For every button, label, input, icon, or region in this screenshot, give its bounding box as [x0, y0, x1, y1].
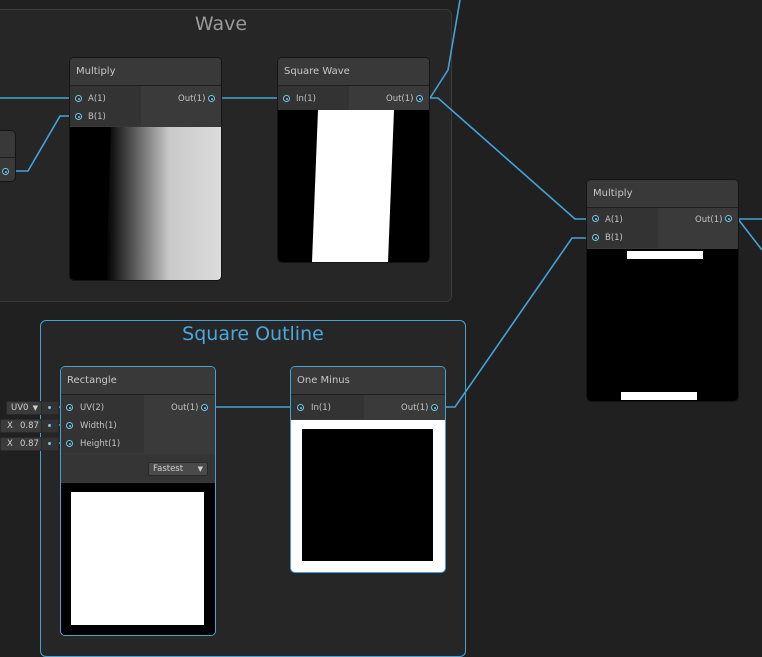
- node-preview-square-wave: [278, 110, 429, 262]
- chevron-down-icon: ▼: [32, 404, 38, 412]
- port-label-in: In(1): [296, 94, 316, 104]
- node-title[interactable]: Rectangle: [61, 367, 215, 395]
- chevron-down-icon: ▼: [197, 465, 203, 473]
- rectangle-preview-image: [71, 492, 204, 625]
- uv-channel-value: UV0: [11, 403, 29, 413]
- multiply-result-preview-image: [621, 251, 703, 400]
- node-rectangle[interactable]: Rectangle UV(2) Width(1) Height(1) Out(1…: [61, 367, 215, 635]
- port-label-out: Out(1): [178, 94, 206, 104]
- node-preview-one-minus: [291, 420, 445, 572]
- port-label-out: Out(1): [171, 403, 199, 413]
- width-connector: [41, 419, 59, 433]
- height-connector: [41, 437, 59, 451]
- input-port-in-icon[interactable]: [283, 95, 290, 102]
- output-port-icon[interactable]: [416, 95, 423, 102]
- input-port-in-icon[interactable]: [297, 404, 304, 411]
- node-multiply-2[interactable]: Multiply A(1) B(1) Out(1): [587, 180, 738, 401]
- node-preview-multiply-result: [587, 249, 738, 401]
- port-label-b: B(1): [88, 112, 106, 122]
- uv-channel-dropdown[interactable]: UV0 ▼: [6, 401, 42, 415]
- mode-dropdown[interactable]: Fastest ▼: [148, 462, 208, 476]
- width-field[interactable]: X 0.87: [0, 419, 42, 433]
- output-port-icon[interactable]: [2, 168, 9, 175]
- input-port-uv-icon[interactable]: [66, 404, 73, 411]
- output-port-icon[interactable]: [725, 215, 732, 222]
- node-preview-gradient: [70, 127, 221, 280]
- node-title[interactable]: Multiply: [70, 58, 221, 86]
- node-preview-rectangle: [61, 483, 215, 635]
- uv-connector: [41, 401, 59, 415]
- mode-value: Fastest: [153, 464, 184, 474]
- port-label-height: Height(1): [80, 439, 121, 449]
- input-port-a-icon[interactable]: [592, 215, 599, 222]
- square-wave-preview-image: [312, 110, 394, 262]
- output-port-icon[interactable]: [431, 404, 438, 411]
- height-field[interactable]: X 0.87: [0, 437, 42, 451]
- input-port-height-icon[interactable]: [66, 440, 73, 447]
- node-square-wave[interactable]: Square Wave In(1) Out(1): [278, 58, 429, 262]
- one-minus-preview-image: [302, 429, 433, 561]
- node-title[interactable]: Square Wave: [278, 58, 429, 86]
- port-label-uv: UV(2): [80, 403, 105, 413]
- output-port-icon[interactable]: [208, 95, 215, 102]
- port-label-b: B(1): [605, 233, 623, 243]
- port-label-a: A(1): [605, 215, 623, 225]
- input-port-width-icon[interactable]: [66, 422, 73, 429]
- port-label-a: A(1): [88, 94, 106, 104]
- width-axis-label: X: [7, 421, 13, 431]
- node-title[interactable]: One Minus: [291, 367, 445, 395]
- height-value[interactable]: 0.87: [20, 438, 39, 450]
- port-label-out: Out(1): [401, 403, 429, 413]
- port-label-in: In(1): [311, 403, 331, 413]
- output-port-icon[interactable]: [201, 404, 208, 411]
- width-value[interactable]: 0.87: [20, 420, 39, 432]
- port-label-width: Width(1): [80, 421, 117, 431]
- node-title[interactable]: Multiply: [587, 180, 738, 208]
- input-port-a-icon[interactable]: [75, 95, 82, 102]
- node-multiply-1[interactable]: Multiply A(1) B(1) Out(1): [70, 58, 221, 280]
- port-label-out: Out(1): [386, 94, 414, 104]
- input-port-b-icon[interactable]: [592, 234, 599, 241]
- port-label-out: Out(1): [695, 215, 723, 225]
- gradient-preview-image: [106, 127, 221, 280]
- partial-node-offscreen[interactable]: [0, 131, 15, 181]
- height-axis-label: X: [7, 439, 13, 449]
- node-one-minus[interactable]: One Minus In(1) Out(1): [291, 367, 445, 572]
- input-port-b-icon[interactable]: [75, 113, 82, 120]
